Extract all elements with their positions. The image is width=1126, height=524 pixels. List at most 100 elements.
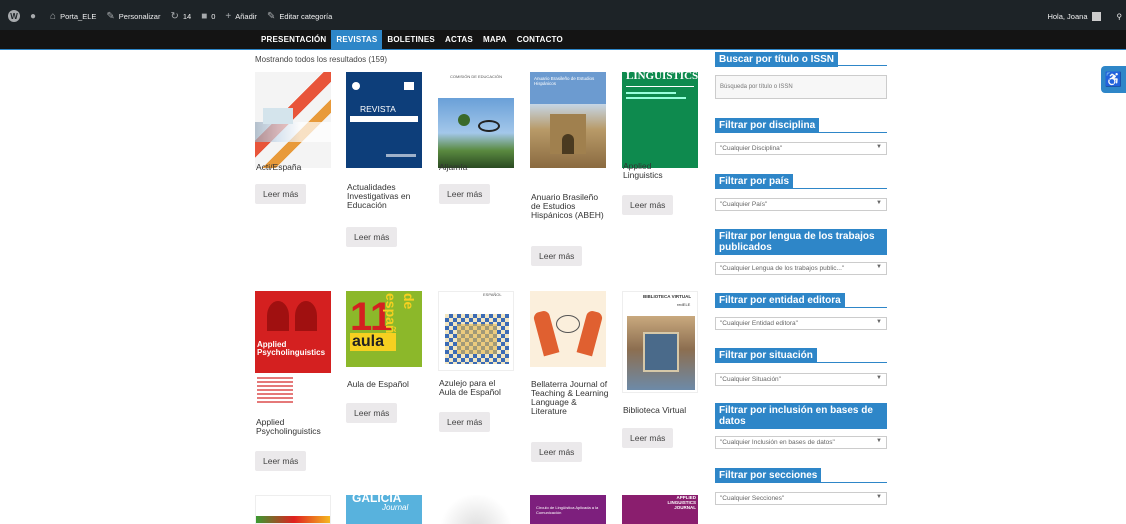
edit-category-label: Editar categoría xyxy=(279,11,333,21)
nav-mapa[interactable]: MAPA xyxy=(478,30,512,49)
read-more-button[interactable]: Leer más xyxy=(346,403,398,423)
product-cover[interactable] xyxy=(438,495,514,524)
product-title[interactable]: Applied Psycholinguistics xyxy=(256,418,326,436)
sidebar-rule xyxy=(715,132,887,133)
read-more-button[interactable]: Leer más xyxy=(622,195,674,215)
filter-select-inclusion[interactable]: "Cualquier Inclusión en bases de datos" ▼ xyxy=(715,436,887,449)
filter-select-entidad[interactable]: "Cualquier Entidad editora" ▼ xyxy=(715,317,887,330)
select-value: "Cualquier Disciplina" xyxy=(720,145,783,152)
product-cover[interactable]: Círculo de Lingüística Aplicada a la Com… xyxy=(530,495,606,524)
read-more-button[interactable]: Leer más xyxy=(255,184,307,204)
search-input[interactable]: Búsqueda por título o ISSN xyxy=(715,75,887,99)
product-title[interactable]: Applied Linguistics xyxy=(623,162,683,180)
customize-link[interactable]: ✎ Personalizar xyxy=(102,0,166,32)
accessibility-icon[interactable]: ♿ xyxy=(1101,66,1126,93)
product-card: COMISIÓN DE EDUCACIÓN xyxy=(438,72,518,168)
product-cover[interactable]: BIBLIOTECA VIRTUAL redELE xyxy=(622,291,698,393)
site-name-link[interactable]: ⌂ Porta_ELE xyxy=(46,0,102,32)
filter-title-entidad: Filtrar por entidad editora xyxy=(715,293,845,308)
sidebar-rule xyxy=(715,362,887,363)
product-title[interactable]: Biblioteca Virtual xyxy=(623,405,686,415)
plus-icon: + xyxy=(225,10,232,22)
cover-label: redELE xyxy=(677,302,691,307)
product-title[interactable]: Actualidades Investigativas en Educación xyxy=(347,183,423,210)
product-cover[interactable]: ESPAÑOL xyxy=(438,291,514,371)
filter-title-pais: Filtrar por país xyxy=(715,174,794,189)
filter-select-situacion[interactable]: "Cualquier Situación" ▼ xyxy=(715,373,887,386)
read-more-button[interactable]: Leer más xyxy=(346,227,398,247)
product-cover[interactable]: COMISIÓN DE EDUCACIÓN xyxy=(438,72,514,168)
cover-label: BIBLIOTECA VIRTUAL xyxy=(643,294,692,299)
product-card: ESPAÑOL xyxy=(438,291,518,371)
product-title[interactable]: Aula de Español xyxy=(347,379,409,389)
edit-category-link[interactable]: ✎ Editar categoría xyxy=(263,0,338,32)
product-cover[interactable]: 11 aula de español xyxy=(346,291,422,367)
read-more-button[interactable]: Leer más xyxy=(439,184,491,204)
read-more-button[interactable]: Leer más xyxy=(439,412,491,432)
chevron-down-icon: ▼ xyxy=(876,200,882,206)
filter-title-disciplina: Filtrar por disciplina xyxy=(715,118,820,133)
comments-link[interactable]: ■ 0 xyxy=(197,0,221,32)
nav-presentacion[interactable]: PRESENTACIÓN xyxy=(256,30,331,49)
product-cover[interactable] xyxy=(255,495,331,524)
cover-label: COMISIÓN DE EDUCACIÓN xyxy=(449,74,502,79)
updates-count: 14 xyxy=(182,11,192,21)
product-card: BIBLIOTECA VIRTUAL redELE xyxy=(622,291,702,393)
nav-contacto[interactable]: CONTACTO xyxy=(512,30,568,49)
add-new-link[interactable]: + Añadir xyxy=(221,0,263,32)
product-title[interactable]: Anuario Brasileño de Estudios Hispánicos… xyxy=(531,193,609,220)
product-title[interactable]: Bellaterra Journal of Teaching & Learnin… xyxy=(531,380,611,416)
nav-revistas[interactable]: REVISTAS xyxy=(331,30,383,49)
filter-select-lengua[interactable]: "Cualquier Lengua de los trabajos public… xyxy=(715,262,887,275)
product-title[interactable]: Acti/España xyxy=(256,162,301,172)
brush-icon: ✎ xyxy=(106,10,115,22)
sidebar-rule xyxy=(715,307,887,308)
read-more-button[interactable]: Leer más xyxy=(531,442,583,462)
cover-label: Journal xyxy=(382,503,409,512)
cover-label: ESPAÑOL xyxy=(483,292,502,297)
product-cover[interactable] xyxy=(255,72,331,168)
dashboard-icon: ● xyxy=(30,10,37,22)
main-nav: PRESENTACIÓN REVISTAS BOLETINES ACTAS MA… xyxy=(0,30,1126,49)
add-new-label: Añadir xyxy=(235,11,257,21)
select-value: "Cualquier Inclusión en bases de datos" xyxy=(720,439,835,446)
product-cover[interactable]: GALICIA Journal xyxy=(346,495,422,524)
read-more-button[interactable]: Leer más xyxy=(531,246,583,266)
product-cover[interactable]: Applied Psycholinguistics xyxy=(255,291,331,407)
filter-select-disciplina[interactable]: "Cualquier Disciplina" ▼ xyxy=(715,142,887,155)
wordpress-icon[interactable]: W xyxy=(8,10,20,22)
updates-link[interactable]: ↻ 14 xyxy=(166,0,197,32)
select-value: "Cualquier Secciones" xyxy=(720,495,785,502)
product-card xyxy=(255,72,335,168)
filter-select-pais[interactable]: "Cualquier País" ▼ xyxy=(715,198,887,211)
cover-label: de español xyxy=(383,293,417,346)
product-cover[interactable]: LINGUISTICS xyxy=(622,72,698,168)
product-card: LINGUISTICS xyxy=(622,72,702,168)
nav-actas[interactable]: ACTAS xyxy=(440,30,478,49)
comment-icon: ■ xyxy=(201,10,208,22)
product-title[interactable]: Aljamía xyxy=(439,162,467,172)
dashboard-link[interactable]: ● xyxy=(26,0,46,32)
product-title[interactable]: Azulejo para el Aula de Español xyxy=(439,379,509,397)
product-card xyxy=(530,291,610,367)
product-cover[interactable]: Anuario Brasileño de Estudios Hispánicos xyxy=(530,72,606,168)
filter-title-secciones: Filtrar por secciones xyxy=(715,468,822,483)
chevron-down-icon: ▼ xyxy=(876,494,882,500)
read-more-button[interactable]: Leer más xyxy=(622,428,674,448)
product-cover[interactable]: REVISTA xyxy=(346,72,422,168)
filter-title-lengua: Filtrar por lengua de los trabajos publi… xyxy=(715,229,887,255)
select-value: "Cualquier País" xyxy=(720,201,768,208)
account-link[interactable]: Hola, Joana xyxy=(1043,0,1112,32)
read-more-button[interactable]: Leer más xyxy=(255,451,307,471)
search-icon[interactable]: ⚲ xyxy=(1113,0,1126,32)
nav-boletines[interactable]: BOLETINES xyxy=(382,30,440,49)
filter-select-secciones[interactable]: "Cualquier Secciones" ▼ xyxy=(715,492,887,505)
product-cover[interactable]: APPLIED LINGUISTICS JOURNAL xyxy=(622,495,698,524)
nav-divider xyxy=(0,49,1126,50)
sidebar-rule xyxy=(715,65,887,66)
cover-label: LINGUISTICS xyxy=(626,72,698,82)
updates-icon: ↻ xyxy=(170,10,179,22)
product-cover[interactable] xyxy=(530,291,606,367)
chevron-down-icon: ▼ xyxy=(876,375,882,381)
cover-label: Applied Psycholinguistics xyxy=(257,340,326,357)
